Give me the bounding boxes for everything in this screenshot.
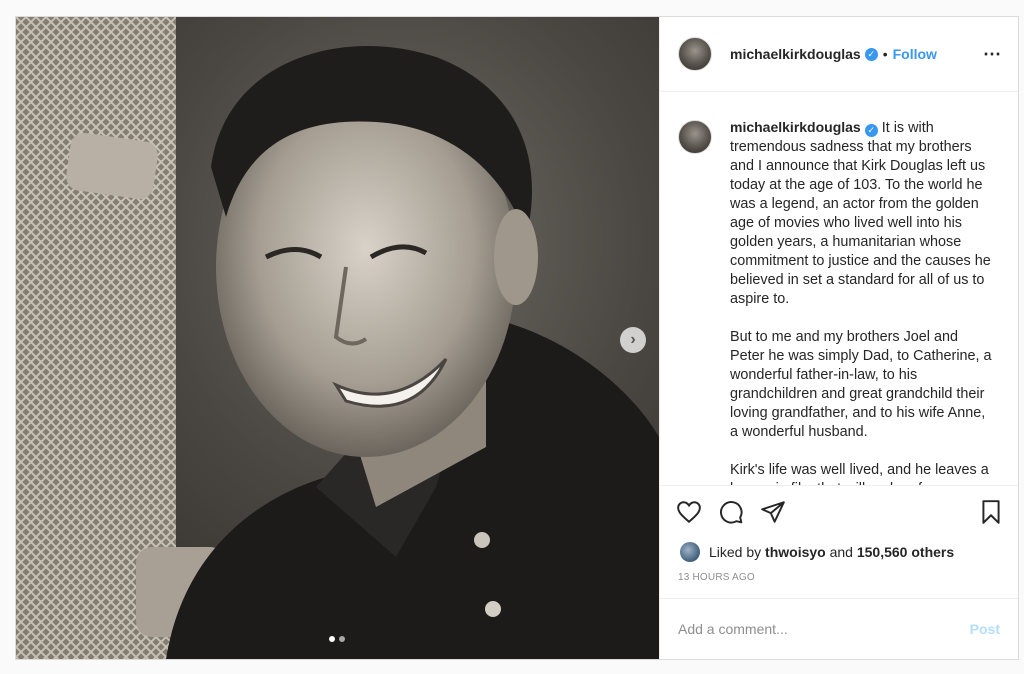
likes-count[interactable]: 150,560 others [857,544,954,560]
instagram-post: › michaelkirkdouglas ✓ • Follow ⋯ michae… [15,16,1019,660]
likes-summary: Liked by thwoisyo and 150,560 others [660,539,1018,567]
comment-bar: Post [660,597,1018,659]
post-comment-button[interactable]: Post [970,621,1000,637]
likes-connector: and [829,544,853,561]
caption-text: michaelkirkdouglas ✓ It is with tremendou… [730,118,992,485]
separator-dot: • [882,46,888,63]
more-options-icon[interactable]: ⋯ [983,44,1002,65]
liker-avatar[interactable] [680,542,700,563]
post-timestamp[interactable]: 13 HOURS AGO [660,566,1018,598]
portrait-photo [16,17,659,659]
carousel-dot [339,636,345,642]
caption-author-avatar[interactable] [678,120,712,155]
author-avatar[interactable] [678,37,712,72]
caption-verified-badge-icon: ✓ [864,124,878,138]
carousel-indicator [329,636,345,642]
author-username[interactable]: michaelkirkdouglas [730,46,861,62]
comment-input[interactable] [678,620,970,637]
caption-paragraph-1: michaelkirkdouglas ✓ It is with tremendou… [730,118,992,309]
caption-username[interactable]: michaelkirkdouglas [730,119,861,135]
verified-badge-icon: ✓ [864,47,878,61]
action-bar [660,485,1018,538]
heart-icon[interactable] [676,499,702,525]
post-sidebar: michaelkirkdouglas ✓ • Follow ⋯ michaelk… [659,17,1018,659]
caption-paragraph-3: Kirk's life was well lived, and he leave… [730,462,989,485]
caption-section: michaelkirkdouglas ✓ It is with tremendou… [660,92,1018,485]
caption-paragraph-2: But to me and my brothers Joel and Peter… [730,329,992,441]
next-image-button[interactable]: › [620,327,646,353]
follow-button[interactable]: Follow [893,46,937,62]
likes-prefix: Liked by [709,544,762,561]
bookmark-icon[interactable] [978,499,1004,525]
caption-paragraph-1-text: It is with tremendous sadness that my br… [730,120,991,308]
share-icon[interactable] [760,499,786,525]
post-header: michaelkirkdouglas ✓ • Follow ⋯ [660,17,1018,93]
carousel-dot-active [329,636,335,642]
liker-username[interactable]: thwoisyo [765,544,826,560]
chevron-right-icon: › [630,331,636,348]
post-image[interactable]: › [16,17,659,659]
comment-icon[interactable] [718,499,744,525]
